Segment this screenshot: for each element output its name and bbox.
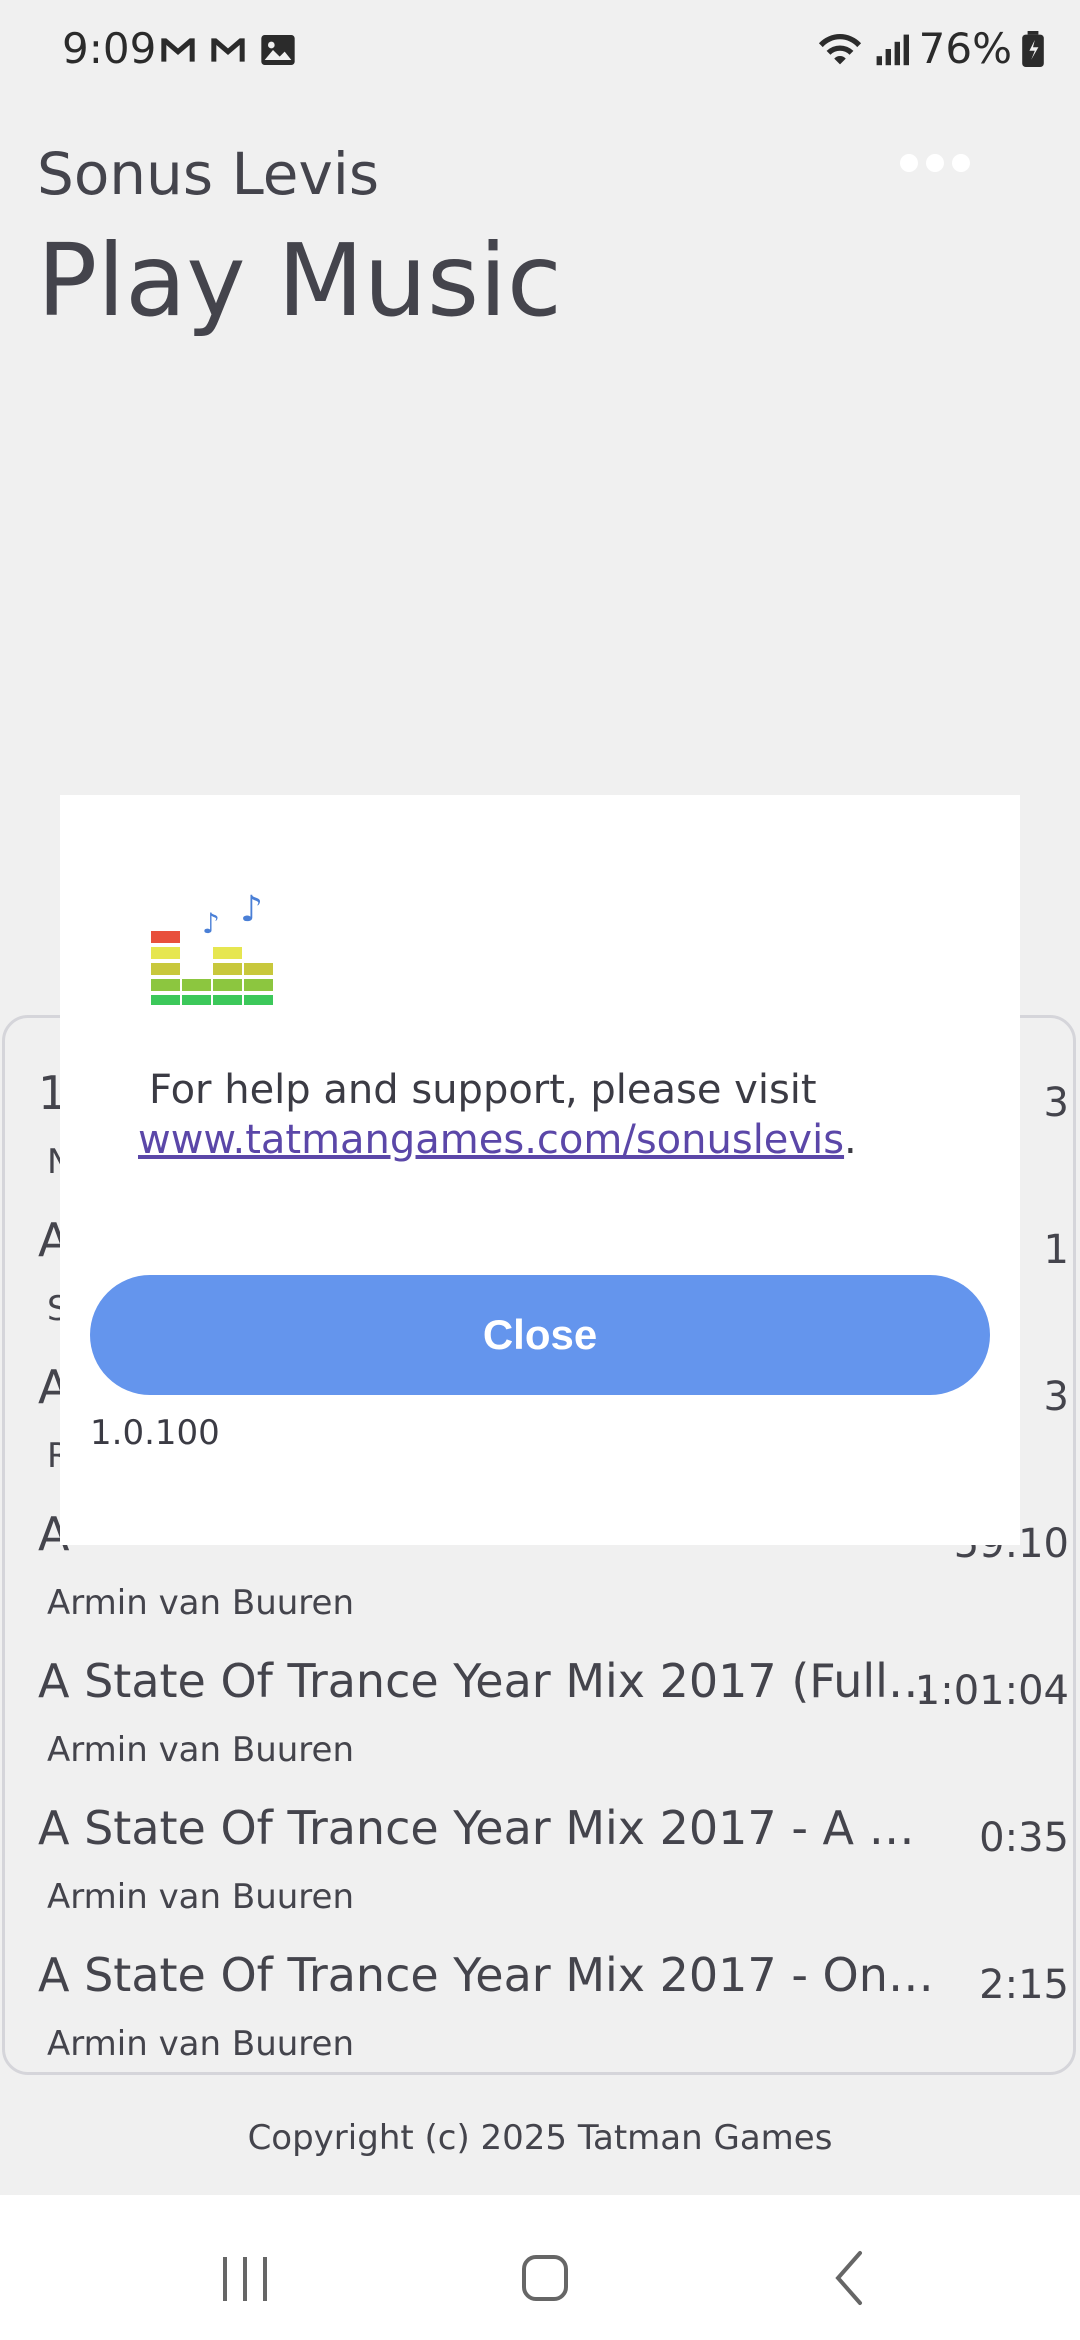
signal-icon [876,34,909,65]
help-link-line: www.tatmangames.com/sonuslevis. [138,1117,857,1163]
gmail-icon [211,38,245,62]
back-button[interactable] [810,2235,890,2315]
svg-text:♪: ♪ [240,889,263,930]
track-title: A State Of Trance Year Mix 2017 - A Magi… [38,1801,948,1855]
more-dots-icon [926,154,944,172]
track-duration: 3 [1043,1374,1069,1420]
system-nav-bar [0,2195,1080,2340]
track-title: A State Of Trance Year Mix 2017 (Full Co… [38,1654,948,1708]
battery-icon [1022,30,1044,67]
status-bar: 9:09 76% [0,0,1080,100]
track-artist: Armin van Buuren [47,2024,354,2064]
copyright-text: Copyright (c) 2025 Tatman Games [247,2118,833,2158]
track-row[interactable]: A State Of Trance Year Mix 2017 - A Magi… [5,1801,1073,1948]
equalizer-music-logo-icon: ♪ ♪ [151,889,273,1005]
image-icon [261,35,295,65]
app-name: Sonus Levis [37,140,380,208]
wifi-icon [818,33,861,64]
recent-apps-button[interactable] [205,2235,285,2315]
status-right: 76% [817,24,1044,73]
track-artist: Armin van Buuren [47,1730,354,1770]
track-row[interactable]: A State Of Trance Year Mix 2017 - Once… … [5,1948,1073,2072]
home-button[interactable] [505,2235,585,2315]
help-dialog: ♪ ♪ For help and support, please visit w… [60,795,1020,1545]
track-duration: 2:15 [979,1962,1069,2008]
track-title: A State Of Trance Year Mix 2017 - Once… [38,1948,948,2002]
svg-text:♪: ♪ [202,907,220,940]
help-text: For help and support, please visit [149,1067,817,1113]
home-icon [522,2255,568,2301]
notification-icons [158,30,298,70]
track-duration: 0:35 [979,1815,1069,1861]
battery-percent: 76% [918,24,1012,73]
recent-apps-icon [223,2257,267,2301]
close-button[interactable]: Close [90,1275,990,1395]
more-dots-icon [900,154,918,172]
track-artist: Armin van Buuren [47,1877,354,1917]
link-suffix: . [844,1117,857,1163]
page-title: Play Music [37,222,562,339]
back-icon [835,2251,862,2305]
version-text: 1.0.100 [90,1413,220,1453]
more-dots-icon [952,154,970,172]
track-duration: 1:01:04 [914,1668,1069,1714]
more-options-button[interactable] [900,148,980,178]
track-row[interactable]: A State Of Trance Year Mix 2017 (Full Co… [5,1654,1073,1801]
status-time: 9:09 [62,24,157,73]
support-link[interactable]: www.tatmangames.com/sonuslevis [138,1117,844,1163]
track-artist: Armin van Buuren [47,1583,354,1623]
track-duration: 1 [1043,1227,1069,1273]
track-duration: 3 [1043,1080,1069,1126]
gmail-icon [161,38,195,62]
